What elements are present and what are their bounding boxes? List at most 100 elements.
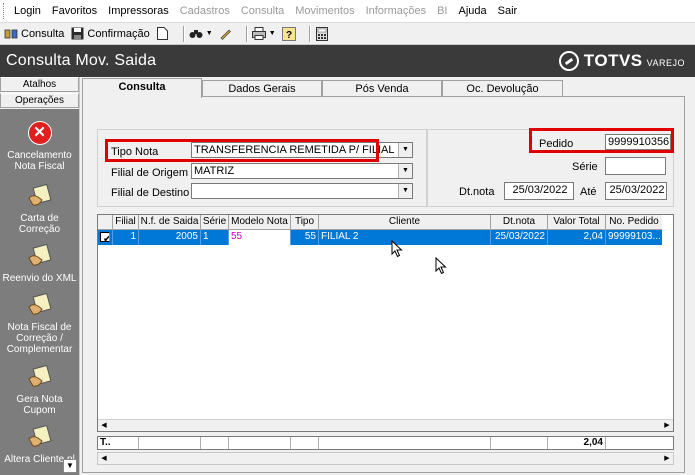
column-header[interactable]: Dt.nota [491, 215, 548, 229]
hand-paper-icon [26, 363, 54, 391]
cell-nf: 2005 [139, 230, 201, 245]
chevron-down-icon[interactable]: ▼ [398, 143, 412, 157]
filial-destino-select[interactable]: ▼ [191, 183, 413, 199]
totals-horizontal-scrollbar[interactable]: ◀ ▶ [97, 452, 674, 465]
grid-header: Filial N.f. de Saida Série Modelo Nota T… [98, 215, 662, 230]
ate-label: Até [580, 186, 597, 198]
hand-paper-icon [26, 242, 54, 270]
document-icon [156, 27, 170, 41]
hand-paper-icon [26, 423, 54, 451]
confirmacao-button[interactable]: Confirmação [70, 27, 150, 41]
print-dropdown-button[interactable]: ▼ [251, 27, 276, 41]
calculator-button[interactable] [315, 26, 332, 41]
dtnota-to-input[interactable]: 25/03/2022 [605, 182, 667, 200]
scroll-right-icon[interactable]: ▶ [661, 453, 673, 464]
dtnota-from-input[interactable]: 25/03/2022 [504, 182, 574, 200]
column-header[interactable]: No. Pedido [606, 215, 662, 229]
sidebar-item-label: Gera Nota Cupom [16, 394, 63, 416]
chevron-down-icon: ▼ [205, 30, 213, 37]
filial-destino-label: Filial de Destino [111, 187, 190, 199]
chevron-down-icon[interactable]: ▼ [398, 184, 412, 198]
filial-origem-label: Filial de Origem [111, 167, 189, 179]
floppy-disk-icon [70, 27, 84, 41]
column-header[interactable]: Cliente [319, 215, 491, 229]
column-header[interactable]: Modelo Nota [229, 215, 291, 229]
consulta-button[interactable]: Consulta [4, 27, 64, 41]
column-header[interactable]: Tipo [291, 215, 319, 229]
dtnota-label: Dt.nota [459, 186, 495, 198]
column-header[interactable]: Série [201, 215, 229, 229]
operations-panel: ✕ Cancelamento Nota Fiscal Carta de Corr… [0, 109, 79, 475]
edit-button[interactable] [219, 27, 236, 41]
chevron-down-icon[interactable]: ▼ [398, 164, 412, 178]
help-button[interactable]: ? [281, 26, 299, 41]
table-row[interactable]: ✔ 1 2005 1 55 55 FILIAL 2 25/03/2022 2,0… [98, 230, 662, 245]
totals-cell [319, 437, 491, 449]
search-dropdown-button[interactable]: ▼ [189, 27, 213, 41]
totals-cell [291, 437, 319, 449]
confirmacao-label: Confirmação [87, 27, 150, 40]
new-document-button[interactable] [156, 27, 173, 41]
sidebar-item-label: Reenvio do XML [2, 273, 77, 284]
sidebar-item-carta-correcao[interactable]: Carta de Correção [0, 182, 79, 235]
row-checkbox[interactable]: ✔ [98, 230, 113, 245]
checkmark-icon: ✔ [100, 232, 110, 242]
window-title: Consulta Mov. Saida [6, 52, 157, 69]
tipo-nota-highlight [105, 139, 379, 162]
help-search-icon: ? [281, 26, 296, 41]
scroll-left-icon[interactable]: ◀ [98, 420, 110, 431]
grid-horizontal-scrollbar[interactable]: ◀ ▶ [98, 419, 673, 431]
tab-dados-gerais[interactable]: Dados Gerais [202, 80, 322, 97]
sidebar-tab-operacoes[interactable]: Operações [0, 93, 79, 108]
totals-cell [201, 437, 229, 449]
tab-consulta[interactable]: Consulta [82, 78, 202, 98]
tab-oc-devolucao[interactable]: Oc. Devolução [442, 80, 563, 97]
sidebar-item-reenvio-xml[interactable]: Reenvio do XML [0, 242, 79, 284]
menu-bi[interactable]: BI [437, 5, 447, 17]
column-header[interactable]: Filial [113, 215, 139, 229]
serie-label: Série [572, 161, 598, 173]
sidebar-tab-atalhos[interactable]: Atalhos [0, 77, 79, 92]
sidebar: Atalhos Operações ✕ Cancelamento Nota Fi… [0, 77, 80, 475]
menu-ajuda[interactable]: Ajuda [459, 5, 487, 17]
serie-input[interactable] [605, 157, 666, 175]
window-title-bar: Consulta Mov. Saida TOTVS VAREJO [0, 45, 695, 77]
scroll-right-icon[interactable]: ▶ [661, 420, 673, 431]
svg-text:?: ? [286, 30, 292, 41]
totals-label: T.. [98, 437, 139, 449]
column-header[interactable]: N.f. de Saida [139, 215, 201, 229]
menu-login[interactable]: Login [14, 5, 41, 17]
cell-dtnota: 25/03/2022 [491, 230, 548, 245]
column-header[interactable] [98, 215, 113, 229]
sidebar-item-cancelamento[interactable]: ✕ Cancelamento Nota Fiscal [0, 119, 79, 172]
totvs-logo-icon [558, 51, 579, 71]
toolbar-separator [308, 25, 311, 42]
sidebar-scroll-down-button[interactable]: ▼ [63, 459, 77, 473]
calculator-icon [315, 26, 329, 41]
logo-brand: TOTVS [583, 51, 643, 70]
filial-origem-select[interactable]: MATRIZ ▼ [191, 163, 413, 179]
menu-favoritos[interactable]: Favoritos [52, 5, 97, 17]
consulta-panel: Tipo Nota TRANSFERENCIA REMETIDA P/ FILI… [82, 96, 685, 473]
totvs-logo: TOTVS VAREJO [558, 51, 685, 71]
menu-cadastros[interactable]: Cadastros [180, 5, 230, 17]
menu-informacoes[interactable]: Informações [366, 5, 427, 17]
column-header[interactable]: Valor Total [548, 215, 606, 229]
cell-pedido: 99999103... [608, 231, 661, 242]
dtnota-from-value: 25/03/2022 [512, 184, 568, 196]
totals-row: T.. 2,04 [97, 436, 674, 450]
sidebar-item-nf-correcao[interactable]: Nota Fiscal de Correção / Complementar [0, 291, 79, 355]
menu-grip [3, 3, 6, 19]
sidebar-item-gera-nota-cupom[interactable]: Gera Nota Cupom [0, 363, 79, 416]
printer-icon [251, 27, 266, 41]
results-grid: Filial N.f. de Saida Série Modelo Nota T… [97, 214, 674, 432]
scroll-left-icon[interactable]: ◀ [98, 453, 110, 464]
pencil-icon [219, 27, 233, 41]
menu-consulta[interactable]: Consulta [241, 5, 284, 17]
tab-pos-venda[interactable]: Pós Venda [322, 80, 442, 97]
menu-sair[interactable]: Sair [498, 5, 518, 17]
sidebar-item-label: Nota Fiscal de Correção / Complementar [6, 322, 73, 355]
menu-impressoras[interactable]: Impressoras [108, 5, 169, 17]
toolbar-separator [182, 25, 185, 42]
menu-movimentos[interactable]: Movimentos [295, 5, 354, 17]
